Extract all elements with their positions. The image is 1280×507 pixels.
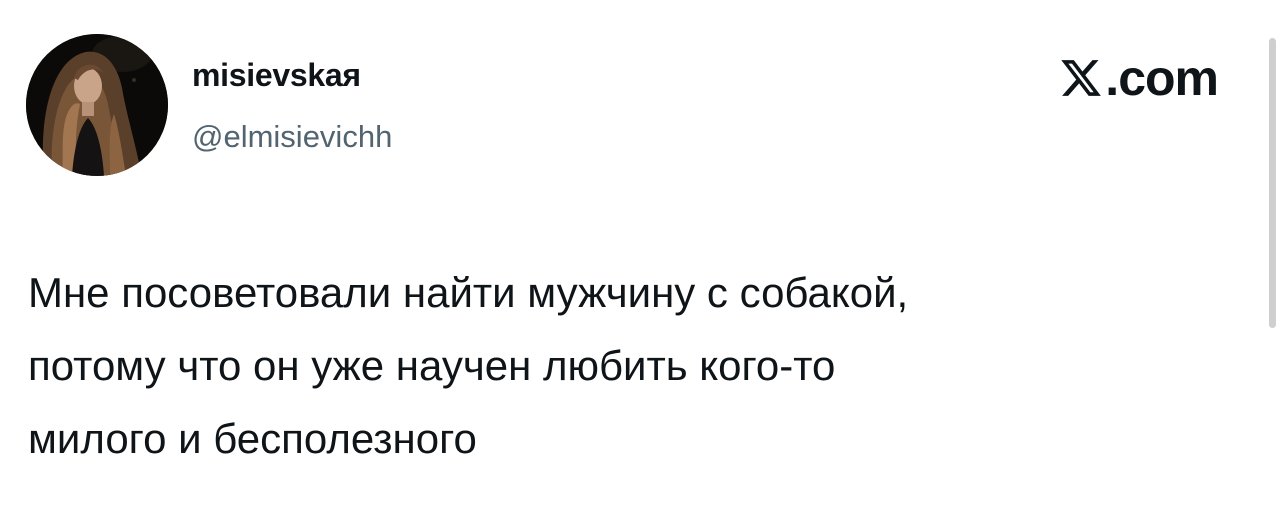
tweet-line: потому что он уже научен любить кого-то <box>28 342 836 389</box>
tweet-line: милого и бесполезного <box>28 415 477 462</box>
author-handle[interactable]: @elmisievichh <box>192 118 392 156</box>
avatar[interactable] <box>26 34 168 176</box>
brand-domain: .com <box>1105 50 1219 106</box>
scrollbar[interactable] <box>1269 38 1276 328</box>
tweet-line: Мне посоветовали найти мужчину с собакой… <box>28 269 909 316</box>
x-logo-icon <box>1061 60 1102 96</box>
brand-logo: .com <box>1059 48 1219 108</box>
avatar-photo <box>26 34 168 176</box>
author-display-name[interactable]: misievskaя <box>192 55 361 95</box>
tweet-text: Мне посоветовали найти мужчину с собакой… <box>28 256 1228 475</box>
